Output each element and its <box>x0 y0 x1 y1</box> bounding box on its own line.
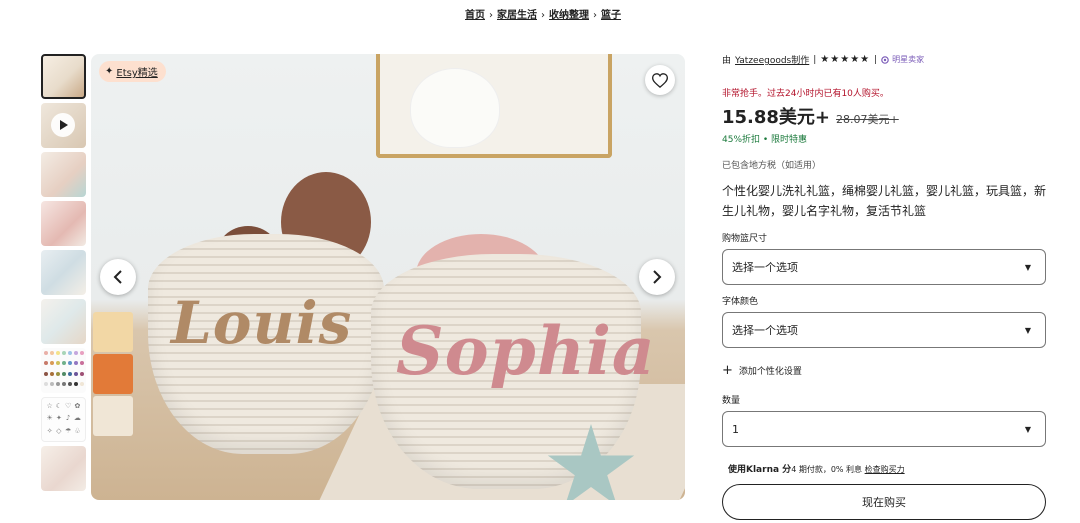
font-color-select-value: 选择一个选项 <box>732 324 798 337</box>
font-color-label: 字体颜色 <box>722 297 759 307</box>
chevron-right-icon <box>653 270 662 284</box>
rating-stars[interactable]: ★★★★★ <box>820 54 870 65</box>
favorite-button[interactable] <box>645 65 675 95</box>
basket-name-right: Sophia <box>396 312 656 390</box>
thumbnail-1[interactable] <box>41 54 86 99</box>
price-row: 15.88美元+ 28.07美元+ <box>722 103 1046 129</box>
klarna-check-link[interactable]: 检查购买力 <box>865 465 905 474</box>
caret-down-icon: ▼ <box>1024 424 1031 434</box>
chevron-right-icon: › <box>593 10 597 21</box>
color-swatch-grid <box>44 351 84 390</box>
original-price: 28.07美元+ <box>836 113 899 126</box>
klarna-info: 使用Klarna 分4 期付款，0% 利息 检查购买力 <box>722 462 1046 475</box>
thumbnail-6[interactable] <box>41 299 86 344</box>
quantity-select[interactable]: 1 ▼ <box>722 411 1046 447</box>
shop-name-link[interactable]: Yatzeegoods制作 <box>735 53 809 66</box>
toy-block <box>93 312 133 352</box>
size-select-value: 选择一个选项 <box>732 261 798 274</box>
thumbnail-list: ☆ ☾ ♡ ✿ ☀ ✦ ♪ ☁ ✧ ◇ ☂ ♧ <box>41 54 87 495</box>
chevron-right-icon: › <box>489 10 493 21</box>
thumbnail-9[interactable] <box>41 446 86 491</box>
thumbnail-3[interactable] <box>41 152 86 197</box>
star-seller-label: 明星卖家 <box>892 55 925 64</box>
next-image-button[interactable] <box>639 259 675 295</box>
size-select[interactable]: 选择一个选项 ▼ <box>722 249 1046 285</box>
thumbnail-5[interactable] <box>41 250 86 295</box>
chevron-right-icon: › <box>541 10 545 21</box>
personalize-label: 添加个性化设置 <box>738 367 802 377</box>
thumbnail-video[interactable] <box>41 103 86 148</box>
divider: | <box>874 54 878 65</box>
thumbnail-color-swatches[interactable] <box>41 348 86 393</box>
chevron-left-icon <box>113 270 122 284</box>
size-label: 购物篮尺寸 <box>722 234 768 244</box>
toy-block <box>93 354 133 394</box>
breadcrumb-storage[interactable]: 收纳整理 <box>549 10 589 21</box>
buy-now-button[interactable]: 现在购买 <box>722 484 1046 520</box>
heart-icon <box>652 72 668 88</box>
breadcrumb-baskets[interactable]: 篮子 <box>601 10 621 21</box>
font-color-select[interactable]: 选择一个选项 ▼ <box>722 312 1046 348</box>
sparkle-icon: ✦ <box>105 66 114 77</box>
breadcrumb-home[interactable]: 首页 <box>465 10 485 21</box>
seller-line: 由 Yatzeegoods制作 | ★★★★★ | 明星卖家 <box>722 53 1046 66</box>
product-main-image: Louis Sophia ✦ Etsy精选 <box>91 54 685 500</box>
klarna-terms: 4 期付款，0% 利息 <box>791 465 863 474</box>
thumbnail-icons[interactable]: ☆ ☾ ♡ ✿ ☀ ✦ ♪ ☁ ✧ ◇ ☂ ♧ <box>41 397 86 442</box>
product-info-panel: 由 Yatzeegoods制作 | ★★★★★ | 明星卖家 非常抢手。过去24小… <box>722 53 1046 520</box>
tax-note: 已包含地方税（如适用） <box>722 161 822 171</box>
urgency-message: 非常抢手。过去24小时内已有10人购买。 <box>722 89 889 99</box>
plus-icon: + <box>722 362 733 378</box>
breadcrumb-home-living[interactable]: 家居生活 <box>497 10 537 21</box>
breadcrumb: 首页 › 家居生活 › 收纳整理 › 篮子 <box>0 6 1080 21</box>
bear-illustration <box>410 68 500 148</box>
discount-label: 45%折扣 • 限时特惠 <box>722 135 808 145</box>
thumbnail-4[interactable] <box>41 201 86 246</box>
quantity-select-value: 1 <box>732 422 739 436</box>
caret-down-icon: ▼ <box>1024 262 1031 272</box>
star-seller-badge[interactable]: 明星卖家 <box>881 54 924 65</box>
add-personalization-button[interactable]: + 添加个性化设置 <box>722 362 1046 378</box>
product-title: 个性化婴儿洗礼礼篮，绳棉婴儿礼篮，婴儿礼篮，玩具篮，新生儿礼物，婴儿名字礼物，复… <box>722 184 1047 218</box>
seller-prefix: 由 <box>722 56 732 66</box>
basket-name-left: Louis <box>171 289 353 357</box>
toy-block <box>93 396 133 436</box>
klarna-brand: 使用Klarna 分 <box>728 465 792 475</box>
current-price: 15.88美元+ <box>722 107 831 128</box>
divider: | <box>813 54 817 65</box>
etsy-pick-label: Etsy精选 <box>116 68 158 79</box>
caret-down-icon: ▼ <box>1024 325 1031 335</box>
previous-image-button[interactable] <box>100 259 136 295</box>
quantity-label: 数量 <box>722 396 741 406</box>
play-icon <box>51 113 75 137</box>
star-seller-icon <box>881 55 889 64</box>
etsy-pick-badge[interactable]: ✦ Etsy精选 <box>99 61 166 82</box>
wall-picture-frame <box>376 54 612 158</box>
icon-chart-preview: ☆ ☾ ♡ ✿ ☀ ✦ ♪ ☁ ✧ ◇ ☂ ♧ <box>46 402 81 435</box>
